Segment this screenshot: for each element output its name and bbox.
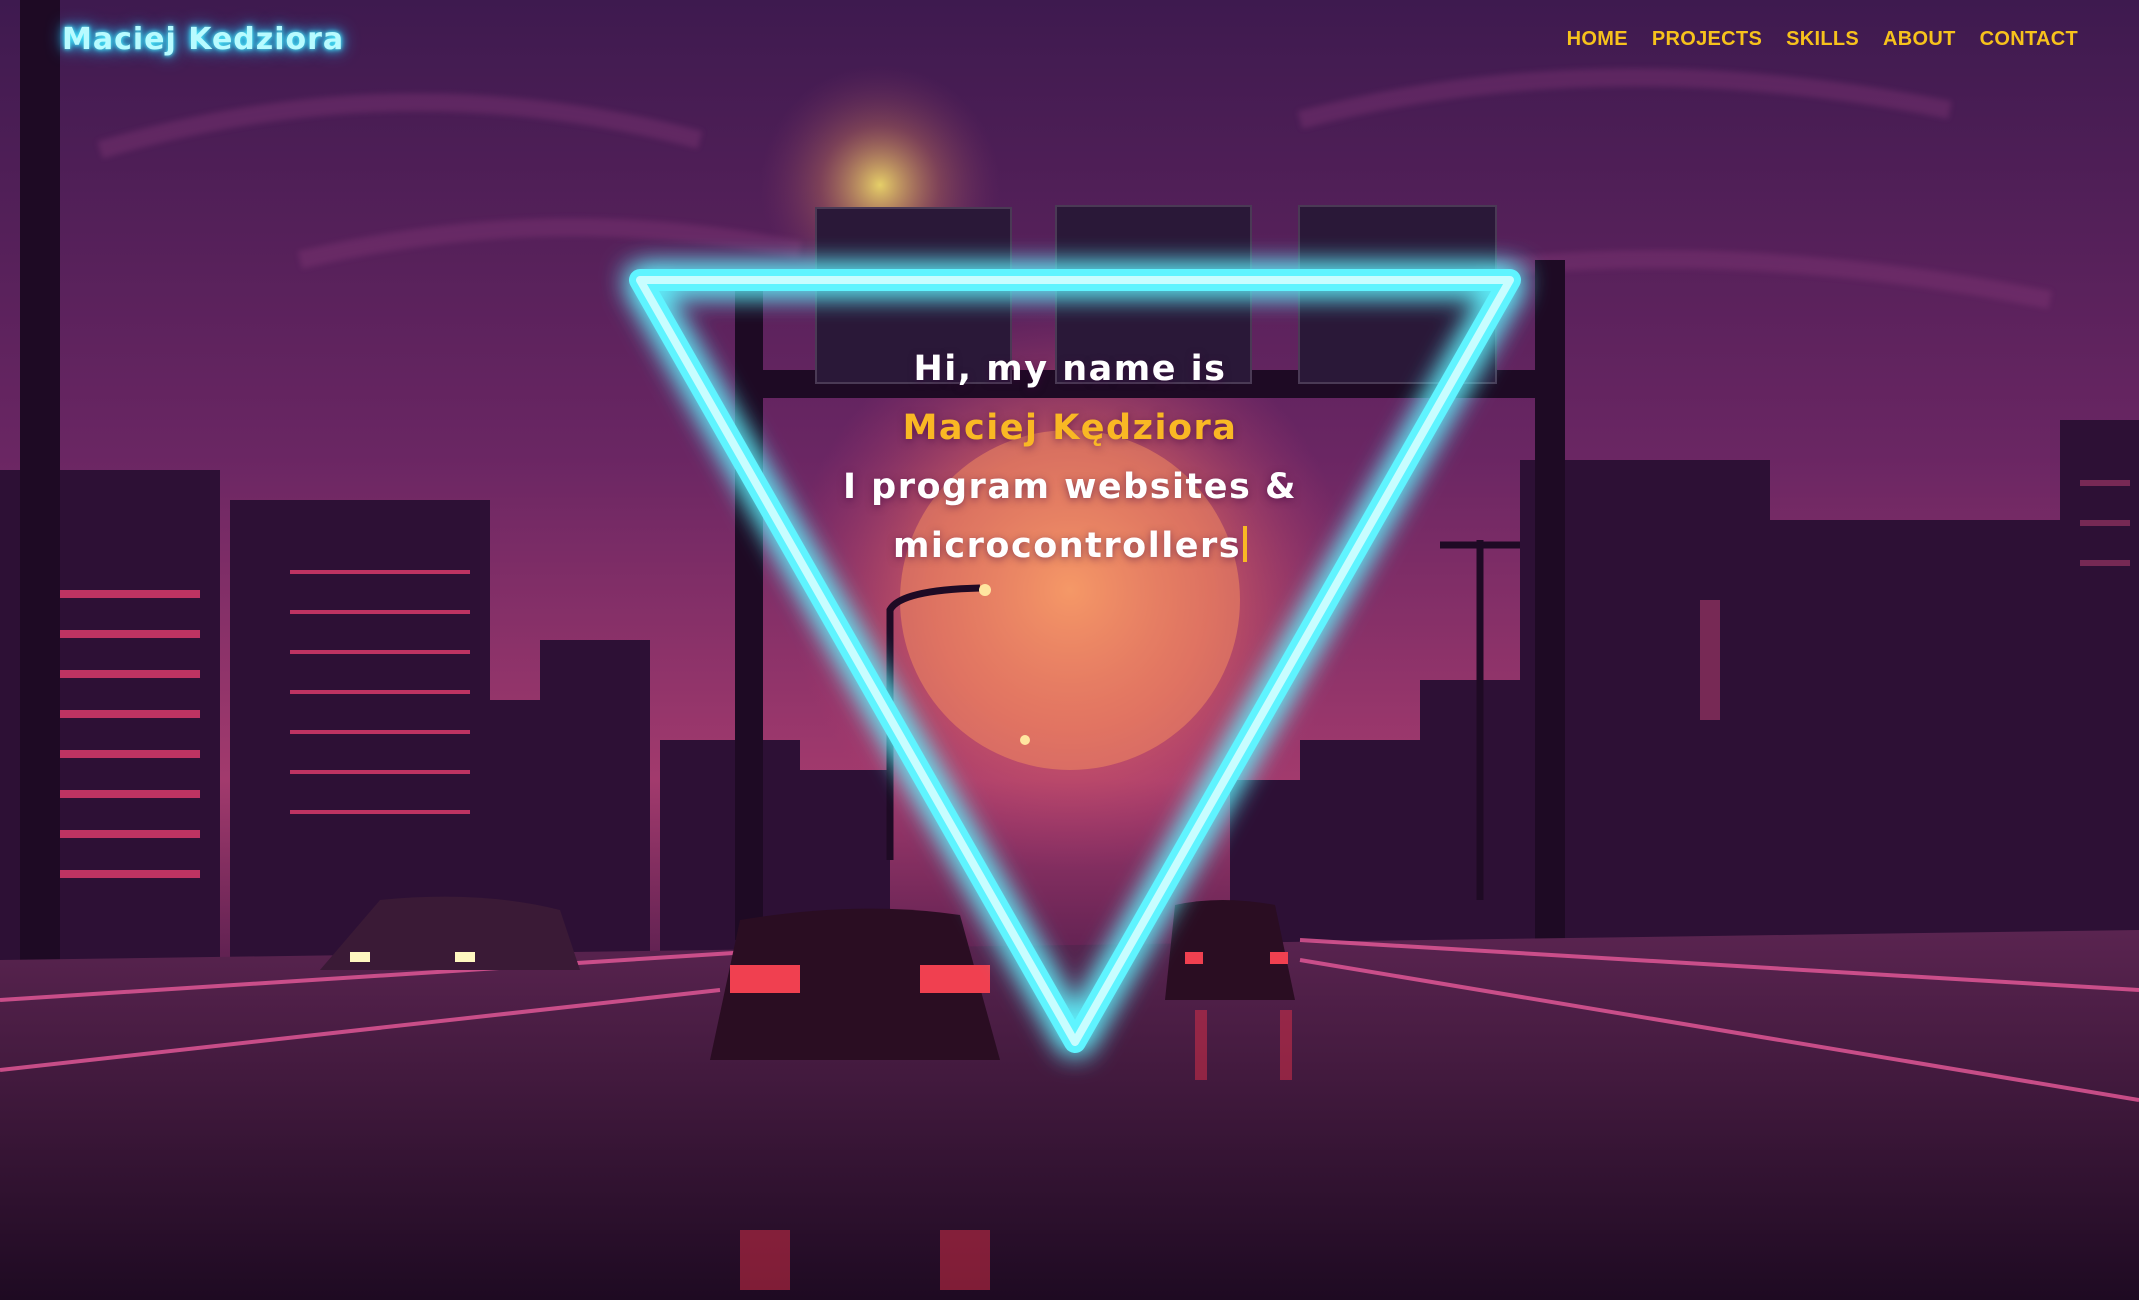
site-header: Maciej Kedziora HOME PROJECTS SKILLS ABO… [0,0,2139,80]
hero-tagline-2-wrap: microcontrollers [790,517,1350,576]
nav-about[interactable]: ABOUT [1883,28,1956,51]
main-nav: HOME PROJECTS SKILLS ABOUT CONTACT [1567,28,2078,51]
site-logo[interactable]: Maciej Kedziora [62,22,344,57]
nav-home[interactable]: HOME [1567,28,1628,51]
background-scene [0,0,2139,1300]
hero-text: Hi, my name is Maciej Kędziora I program… [843,340,1296,576]
nav-skills[interactable]: SKILLS [1786,28,1859,51]
hero-greeting: Hi, my name is [913,349,1227,389]
nav-projects[interactable]: PROJECTS [1652,28,1762,51]
nav-contact[interactable]: CONTACT [1980,28,2078,51]
hero-tagline-2: microcontrollers [892,526,1242,566]
hero-tagline-1: I program websites & [842,467,1298,507]
typing-cursor [1243,526,1248,562]
hero-name: Maciej Kędziora [902,408,1238,448]
